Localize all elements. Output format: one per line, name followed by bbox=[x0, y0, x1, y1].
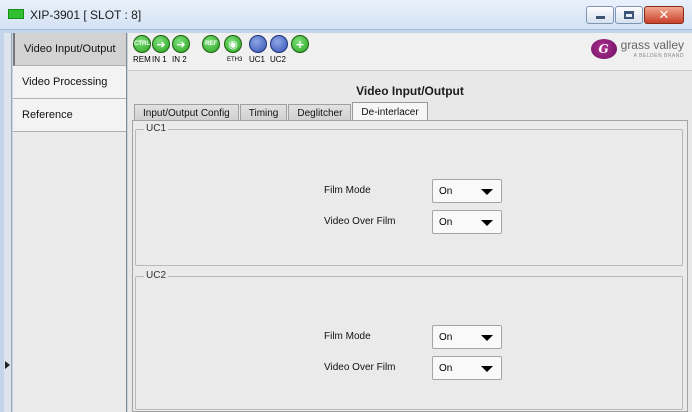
chevron-down-icon bbox=[481, 335, 493, 341]
network-icon: ◉ bbox=[228, 37, 238, 51]
ref-icon-text: REF bbox=[205, 41, 217, 47]
chevron-down-icon bbox=[481, 189, 493, 195]
grass-valley-logo: G grass valley A BELDEN BRAND bbox=[590, 38, 684, 59]
sidebar-item-label: Video Input/Output bbox=[24, 43, 116, 55]
tab-de-interlacer[interactable]: De-interlacer bbox=[352, 102, 428, 122]
uc1-glyph bbox=[250, 36, 266, 52]
status-caption: UC2 bbox=[270, 55, 287, 64]
video-over-film-row: Video Over Film On bbox=[324, 356, 524, 380]
field-label: Video Over Film bbox=[324, 216, 396, 227]
page-title: Video Input/Output bbox=[356, 84, 464, 98]
arrow-right-icon: ➜ bbox=[156, 37, 166, 51]
select-value: On bbox=[439, 362, 453, 374]
film-mode-row: Film Mode On bbox=[324, 325, 524, 349]
chevron-down-icon bbox=[481, 220, 493, 226]
maximize-icon bbox=[624, 11, 634, 19]
video-over-film-select[interactable]: On bbox=[432, 356, 502, 380]
close-button[interactable]: ✕ bbox=[644, 6, 684, 24]
video-over-film-row: Video Over Film On bbox=[324, 210, 524, 234]
tab-deglitcher[interactable]: Deglitcher bbox=[288, 104, 352, 121]
tab-bar: Input/Output Config Timing Deglitcher De… bbox=[134, 101, 429, 122]
uc1-icon[interactable] bbox=[249, 35, 267, 53]
sidebar-item-label: Reference bbox=[22, 109, 73, 121]
tab-content: UC1 Film Mode On Video Over Film On UC2 … bbox=[132, 120, 688, 412]
ctrl-icon[interactable]: CTRL bbox=[133, 35, 151, 53]
app-icon bbox=[8, 9, 24, 19]
in1-icon[interactable]: ➜ bbox=[152, 35, 170, 53]
video-over-film-select[interactable]: On bbox=[432, 210, 502, 234]
ref-icon[interactable]: REF bbox=[202, 35, 220, 53]
window-title-bar: XIP-3901 [ SLOT : 8] ✕ bbox=[0, 0, 692, 30]
chevron-down-icon bbox=[481, 366, 493, 372]
eth-caption-suffix: 3 bbox=[239, 57, 243, 63]
uc1-group: UC1 Film Mode On Video Over Film On bbox=[135, 123, 683, 266]
sidebar-item-reference[interactable]: Reference bbox=[13, 99, 126, 132]
grass-valley-logo-icon: G bbox=[590, 39, 617, 59]
logo-text: grass valley bbox=[620, 38, 684, 52]
select-value: On bbox=[439, 185, 453, 197]
close-icon: ✕ bbox=[658, 7, 670, 23]
add-icon[interactable]: + bbox=[291, 35, 309, 53]
minimize-icon bbox=[595, 16, 605, 19]
window-controls: ✕ bbox=[585, 6, 684, 24]
film-mode-row: Film Mode On bbox=[324, 179, 524, 203]
status-caption: UC1 bbox=[249, 55, 266, 64]
tab-input-output-config[interactable]: Input/Output Config bbox=[134, 104, 239, 121]
field-label: Video Over Film bbox=[324, 362, 396, 373]
maximize-button[interactable] bbox=[615, 6, 643, 24]
status-toolbar: CTRL REM ➜ IN 1 ➜ IN 2 REF ◉ ETH3 UC1 UC… bbox=[128, 33, 692, 71]
uc2-icon[interactable] bbox=[270, 35, 288, 53]
uc2-group: UC2 Film Mode On Video Over Film On bbox=[135, 270, 683, 410]
eth-icon[interactable]: ◉ bbox=[224, 35, 242, 53]
sidebar-item-video-processing[interactable]: Video Processing bbox=[13, 66, 126, 99]
eth-caption: ETH bbox=[227, 57, 239, 63]
status-caption: ETH3 bbox=[227, 57, 242, 63]
arrow-right-icon: ➜ bbox=[176, 37, 186, 51]
in2-icon[interactable]: ➜ bbox=[172, 35, 190, 53]
collapse-strip[interactable] bbox=[4, 33, 12, 412]
select-value: On bbox=[439, 331, 453, 343]
expand-arrow-icon[interactable] bbox=[5, 361, 10, 369]
field-label: Film Mode bbox=[324, 331, 371, 342]
select-value: On bbox=[439, 216, 453, 228]
plus-icon: + bbox=[295, 37, 305, 51]
group-label: UC2 bbox=[144, 270, 169, 281]
sidebar-item-label: Video Processing bbox=[22, 76, 108, 88]
field-label: Film Mode bbox=[324, 185, 371, 196]
status-caption: IN 1 bbox=[152, 55, 167, 64]
ctrl-icon-text: CTRL bbox=[134, 41, 150, 47]
tab-timing[interactable]: Timing bbox=[239, 104, 288, 121]
film-mode-select[interactable]: On bbox=[432, 325, 502, 349]
uc2-glyph bbox=[271, 36, 287, 52]
logo-subtext: A BELDEN BRAND bbox=[633, 53, 684, 59]
film-mode-select[interactable]: On bbox=[432, 179, 502, 203]
status-caption: REM bbox=[133, 55, 151, 64]
sidebar-item-video-input-output[interactable]: Video Input/Output bbox=[13, 33, 126, 66]
main-panel: CTRL REM ➜ IN 1 ➜ IN 2 REF ◉ ETH3 UC1 UC… bbox=[128, 33, 692, 412]
window-title: XIP-3901 [ SLOT : 8] bbox=[30, 8, 142, 22]
group-label: UC1 bbox=[144, 123, 169, 134]
minimize-button[interactable] bbox=[586, 6, 614, 24]
status-caption: IN 2 bbox=[172, 55, 187, 64]
sidebar: Video Input/Output Video Processing Refe… bbox=[13, 33, 127, 412]
